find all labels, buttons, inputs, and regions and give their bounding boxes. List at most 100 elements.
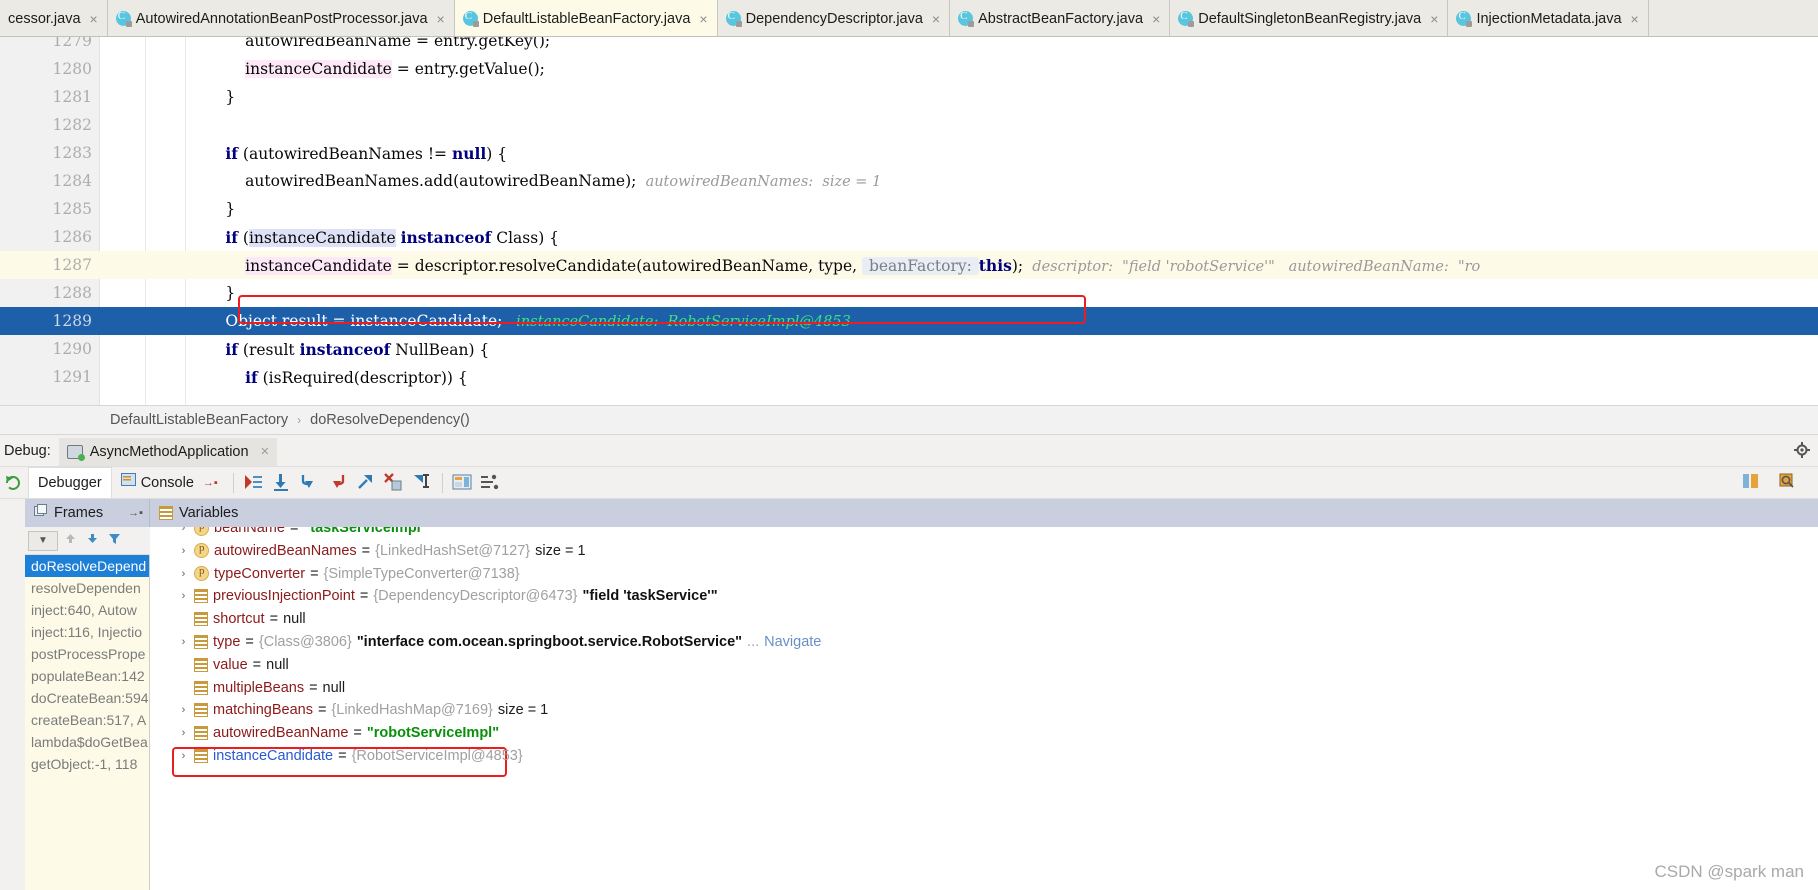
run-to-cursor-icon[interactable] (411, 472, 433, 494)
frame-item[interactable]: doResolveDepend (25, 555, 149, 577)
frame-down-icon[interactable] (82, 532, 102, 550)
expand-arrow-icon[interactable]: › (178, 750, 189, 762)
close-icon[interactable]: × (1631, 11, 1639, 27)
code-line[interactable]: 1289 Object result = instanceCandidate; … (0, 307, 1818, 335)
code-line[interactable]: 1284 autowiredBeanNames.add(autowiredBea… (0, 167, 1818, 195)
variables-tree[interactable]: › beanName = "taskServiceImpl" › autowiredB… (150, 527, 1818, 890)
editor-tab-2[interactable]: DefaultListableBeanFactory.java × (454, 0, 718, 36)
expand-arrow-icon[interactable]: › (178, 527, 189, 534)
close-icon[interactable]: × (261, 444, 269, 460)
frame-item[interactable]: populateBean:142 (25, 665, 149, 687)
thread-selector-icon[interactable]: ▼ (28, 530, 58, 551)
variable-row[interactable]: › type = {Class@3806} "interface com.ocea… (178, 631, 822, 653)
code-line[interactable]: 1288 } (0, 279, 1818, 307)
close-icon[interactable]: × (90, 11, 98, 27)
layout-settings-icon[interactable] (480, 472, 502, 494)
line-number: 1286 (52, 228, 92, 246)
evaluate-expression-icon[interactable] (452, 472, 474, 494)
variable-row[interactable]: › autowiredBeanName = "robotServiceImpl" (178, 722, 499, 744)
editor-tab-bar[interactable]: cessor.java × AutowiredAnnotationBeanPostP… (0, 0, 1818, 37)
frames-list[interactable]: doResolveDepend resolveDependen inject:640… (25, 527, 150, 890)
close-icon[interactable]: × (1152, 11, 1160, 27)
frames-toolbar[interactable]: ▼ (25, 527, 150, 555)
step-out-icon[interactable] (355, 472, 377, 494)
frame-item[interactable]: createBean:517, A (25, 709, 149, 731)
field-badge-icon (194, 657, 208, 672)
variable-row[interactable]: › matchingBeans = {LinkedHashMap@7169} si… (178, 699, 549, 721)
debug-tab-console[interactable]: Console →▪ (112, 467, 227, 498)
drop-frame-icon[interactable] (383, 472, 405, 494)
editor-tab-5[interactable]: DefaultSingletonBeanRegistry.java × (1170, 0, 1449, 36)
filter-icon[interactable] (104, 532, 124, 550)
frame-item[interactable]: postProcessPrope (25, 643, 149, 665)
close-icon[interactable]: × (699, 11, 707, 27)
pin-icon[interactable]: →▪ (203, 477, 218, 489)
frame-item[interactable]: lambda$doGetBea (25, 731, 149, 753)
frame-item[interactable]: getObject:-1, 118 (25, 753, 149, 775)
expand-arrow-icon[interactable]: › (178, 727, 189, 739)
code-line[interactable]: 1291 if (isRequired(descriptor)) { (0, 363, 1818, 391)
code-line[interactable]: 1279 autowiredBeanName = entry.getKey(); (0, 37, 1818, 55)
code-line[interactable]: 1286 if (instanceCandidate instanceof Cl… (0, 223, 1818, 251)
variable-row-partial[interactable]: › beanName = "taskServiceImpl" (178, 527, 428, 539)
variable-row[interactable]: shortcut = null (178, 608, 306, 630)
variable-row[interactable]: › typeConverter = {SimpleTypeConverter@71… (178, 563, 520, 585)
code-line[interactable]: 1280 instanceCandidate = entry.getValue(… (0, 55, 1818, 83)
frame-up-icon[interactable] (60, 532, 80, 550)
editor-tab-label: cessor.java (8, 10, 81, 27)
code-editor[interactable]: 1279 autowiredBeanName = entry.getKey();… (0, 37, 1818, 405)
code-lines[interactable]: 1279 autowiredBeanName = entry.getKey();… (0, 37, 1818, 405)
editor-tab-6[interactable]: InjectionMetadata.java × (1448, 0, 1649, 36)
gear-icon[interactable] (1794, 442, 1810, 458)
editor-tab-3[interactable]: DependencyDescriptor.java × (717, 0, 951, 36)
inspect-icon[interactable] (1778, 472, 1796, 495)
expand-arrow-icon[interactable]: › (178, 704, 189, 716)
close-icon[interactable]: × (932, 11, 940, 27)
line-number: 1287 (52, 256, 92, 274)
code-line[interactable]: 1290 if (result instanceof NullBean) { (0, 335, 1818, 363)
code-line[interactable]: 1287 instanceCandidate = descriptor.reso… (0, 251, 1818, 279)
show-execution-point-icon[interactable] (243, 472, 265, 494)
breadcrumb-method[interactable]: doResolveDependency() (310, 412, 470, 428)
frame-item[interactable]: inject:640, Autow (25, 599, 149, 621)
editor-tab-4[interactable]: AbstractBeanFactory.java × (950, 0, 1171, 36)
variable-row[interactable]: value = null (178, 654, 289, 676)
editor-tab-1[interactable]: AutowiredAnnotationBeanPostProcessor.jav… (107, 0, 455, 36)
watermark: CSDN @spark man (1654, 862, 1804, 881)
debug-tab-debugger[interactable]: Debugger (28, 467, 112, 498)
field-badge-icon (194, 726, 208, 741)
navigate-link[interactable]: Navigate (764, 634, 821, 650)
editor-tab-0[interactable]: cessor.java × (0, 0, 108, 36)
field-badge-icon (194, 589, 208, 604)
step-into-icon[interactable] (299, 472, 321, 494)
line-number: 1280 (52, 60, 92, 78)
editor-tab-label: InjectionMetadata.java (1476, 10, 1622, 27)
code-line[interactable]: 1283 if (autowiredBeanNames != null) { (0, 139, 1818, 167)
run-config-tab[interactable]: AsyncMethodApplication × (58, 437, 278, 466)
expand-arrow-icon[interactable]: › (178, 568, 189, 580)
expand-arrow-icon[interactable]: › (178, 545, 189, 557)
frame-item[interactable]: doCreateBean:594 (25, 687, 149, 709)
variable-row[interactable]: › autowiredBeanNames = {LinkedHashSet@712… (178, 540, 586, 562)
threads-view-icon[interactable] (1742, 472, 1760, 495)
close-icon[interactable]: × (1430, 11, 1438, 27)
inline-debug-hint: instanceCandidate: RobotServiceImpl@4853 (502, 314, 851, 330)
frame-item[interactable]: inject:116, Injectio (25, 621, 149, 643)
code-line[interactable]: 1282 (0, 111, 1818, 139)
variable-row[interactable]: multipleBeans = null (178, 677, 345, 699)
breadcrumb-class[interactable]: DefaultListableBeanFactory (110, 412, 288, 428)
breadcrumb[interactable]: DefaultListableBeanFactory › doResolveDe… (0, 405, 1818, 435)
expand-arrow-icon[interactable]: › (178, 590, 189, 602)
expand-arrow-icon[interactable]: › (178, 636, 189, 648)
step-over-icon[interactable] (271, 472, 293, 494)
frames-minimize-icon[interactable]: →▪ (128, 507, 143, 519)
variable-row[interactable]: › instanceCandidate = {RobotServiceImpl@4… (178, 745, 523, 767)
close-icon[interactable]: × (437, 11, 445, 27)
code-line[interactable]: 1281 } (0, 83, 1818, 111)
code-line[interactable]: 1285 } (0, 195, 1818, 223)
force-step-into-icon[interactable] (327, 472, 349, 494)
variable-row[interactable]: › previousInjectionPoint = {DependencyDes… (178, 585, 718, 607)
frame-item[interactable]: resolveDependen (25, 577, 149, 599)
rerun-icon[interactable] (0, 468, 28, 497)
debug-toolbar[interactable]: Debugger Console →▪ (0, 467, 1818, 499)
